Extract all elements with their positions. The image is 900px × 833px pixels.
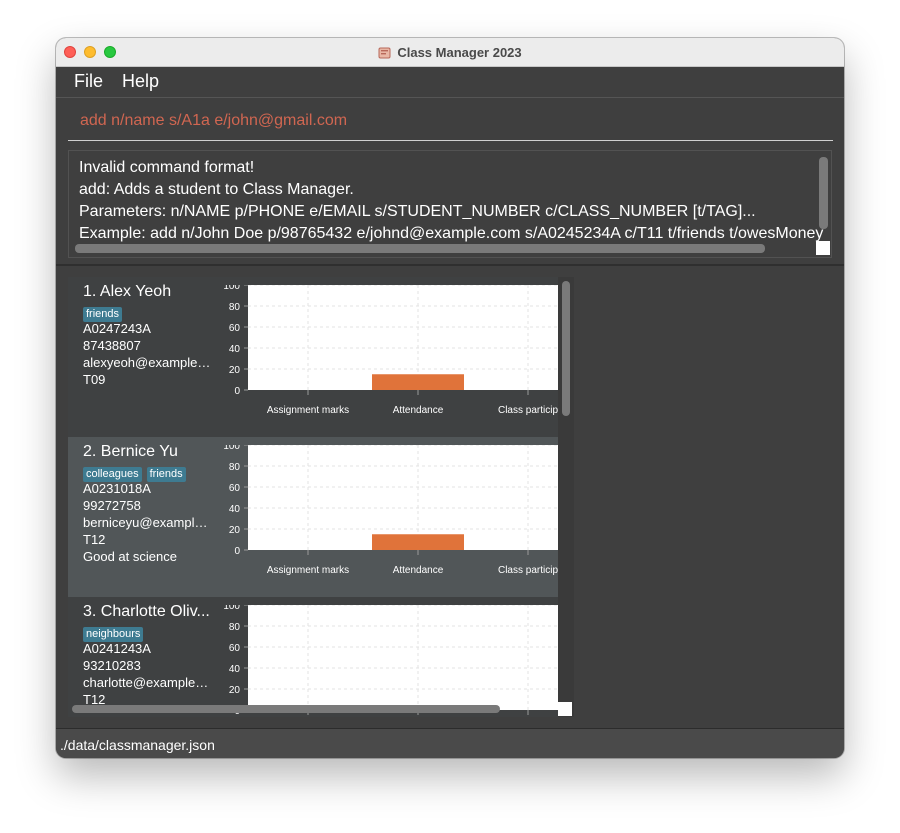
class-number: T12	[83, 532, 106, 547]
x-tick-label: Assignment marks	[267, 565, 349, 576]
y-tick-label: 0	[234, 546, 240, 557]
y-tick-label: 60	[229, 323, 241, 334]
grades-bar-chart: 0 20 40 60 80 100 Assignment marks Attendance Cl…	[223, 445, 558, 576]
x-tick-label: Attendance	[393, 565, 444, 576]
student-number: A0231018A	[83, 481, 151, 496]
list-vertical-scrollbar[interactable]	[562, 281, 570, 416]
divider	[56, 264, 844, 266]
phone: 87438807	[83, 338, 141, 353]
bar	[372, 374, 464, 390]
x-tick-label: Attendance	[393, 405, 444, 416]
phone: 99272758	[83, 498, 141, 513]
student-name: 3. Charlotte Oliv...	[83, 603, 210, 620]
y-tick-label: 40	[229, 344, 241, 355]
result-text: Invalid command format! add: Adds a stud…	[79, 157, 831, 245]
student-name: 1. Alex Yeoh	[83, 283, 172, 300]
student-number: A0241243A	[83, 641, 151, 656]
y-tick-label: 100	[223, 445, 240, 452]
grades-bar-chart: 020406080100Assignment marksAttendanceCl…	[223, 605, 558, 717]
result-display: Invalid command format! add: Adds a stud…	[68, 150, 832, 258]
y-tick-label: 60	[229, 483, 241, 494]
y-tick-label: 40	[229, 504, 241, 515]
bar	[372, 534, 464, 550]
result-line: add: Adds a student to Class Manager.	[79, 181, 354, 198]
email: charlotte@example.c...	[83, 675, 211, 690]
result-line: Invalid command format!	[79, 159, 255, 176]
email: berniceyu@example....	[83, 515, 211, 530]
student-name: 2. Bernice Yu	[83, 443, 178, 460]
result-horizontal-scrollbar[interactable]	[75, 244, 765, 253]
y-tick-label: 20	[229, 685, 241, 696]
result-vertical-scrollbar[interactable]	[819, 157, 828, 229]
tag-list: colleagues friends	[83, 464, 218, 482]
list-horizontal-scrollbar[interactable]	[72, 705, 500, 713]
x-tick-label: Assignment marks	[267, 405, 349, 416]
email: alexyeoh@example.c...	[83, 355, 211, 370]
command-box	[68, 104, 833, 141]
tag-list: friends	[83, 304, 218, 322]
y-tick-label: 0	[234, 386, 240, 397]
result-line: Example: add n/John Doe p/98765432 e/joh…	[79, 225, 824, 242]
result-line: Parameters: n/NAME p/PHONE e/EMAIL s/STU…	[79, 203, 756, 220]
y-tick-label: 100	[223, 285, 240, 292]
y-tick-label: 20	[229, 525, 241, 536]
student-card[interactable]: 2. Bernice Yu colleagues friends A0231018…	[68, 437, 558, 597]
app-window: Class Manager 2023 File Help Invalid com…	[56, 38, 844, 758]
window-title: Class Manager 2023	[397, 44, 522, 60]
y-tick-label: 80	[229, 462, 241, 473]
x-tick-label: Class particip	[498, 565, 558, 576]
scroll-corner	[558, 702, 572, 716]
grades-bar-chart: 0 20 40 60 80 100 Assignment marks Attendance Cl…	[223, 285, 558, 416]
save-location: ./data/classmanager.json	[60, 737, 215, 753]
x-tick-label: Class particip	[498, 405, 558, 416]
menu-help[interactable]: Help	[122, 71, 159, 92]
y-tick-label: 20	[229, 365, 241, 376]
student-number: A0247243A	[83, 321, 151, 336]
student-card[interactable]: 3. Charlotte Oliv... neighbours A0241243…	[68, 597, 558, 717]
student-list: 1. Alex Yeoh friends A0247243A 87438807 …	[68, 277, 574, 717]
y-tick-label: 80	[229, 302, 241, 313]
y-tick-label: 40	[229, 664, 241, 675]
command-input[interactable]	[68, 104, 833, 138]
comment: Good at science	[83, 549, 177, 564]
app-icon	[378, 47, 391, 58]
tag: friends	[146, 467, 186, 482]
y-tick-label: 60	[229, 643, 241, 654]
student-card[interactable]: 1. Alex Yeoh friends A0247243A 87438807 …	[68, 277, 558, 437]
scroll-corner	[816, 241, 830, 255]
y-tick-label: 80	[229, 622, 241, 633]
y-tick-label: 100	[223, 605, 240, 612]
plot-area	[248, 605, 558, 710]
menu-bar: File Help	[56, 67, 844, 98]
menu-file[interactable]: File	[74, 71, 103, 92]
status-bar: ./data/classmanager.json	[56, 728, 844, 758]
tag-list: neighbours	[83, 624, 218, 642]
class-number: T09	[83, 372, 106, 387]
title-bar: Class Manager 2023	[56, 38, 844, 67]
phone: 93210283	[83, 658, 141, 673]
